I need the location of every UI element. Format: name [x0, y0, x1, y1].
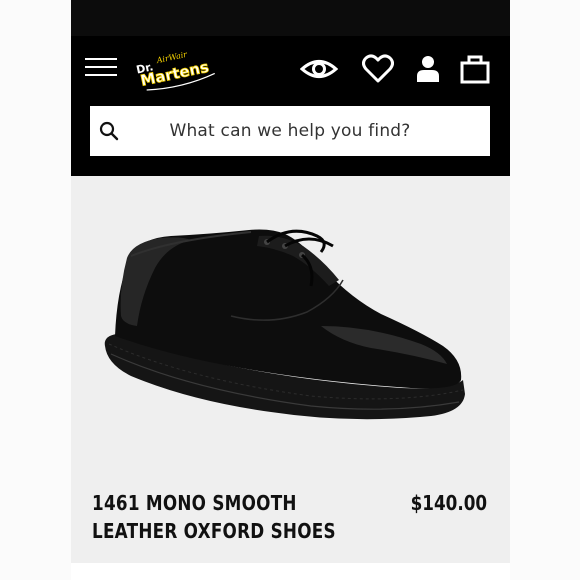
- site-header: Dr. AirWair Martens What can we help you…: [71, 0, 510, 176]
- eye-icon[interactable]: [300, 52, 338, 86]
- right-margin: [510, 0, 580, 580]
- mobile-page: Dr. AirWair Martens What can we help you…: [71, 0, 510, 580]
- search-input[interactable]: What can we help you find?: [90, 121, 490, 141]
- product-price: $140.00: [410, 491, 487, 515]
- search-bar[interactable]: What can we help you find?: [90, 106, 490, 156]
- product-title-line1: 1461 MONO SMOOTH: [92, 491, 297, 515]
- user-icon[interactable]: [416, 52, 440, 86]
- hamburger-menu-icon[interactable]: [85, 56, 117, 78]
- product-title[interactable]: 1461 MONO SMOOTH LEATHER OXFORD SHOES: [92, 489, 336, 545]
- left-margin: [0, 0, 71, 580]
- status-strip: [71, 0, 510, 36]
- product-title-line2: LEATHER OXFORD SHOES: [92, 519, 336, 543]
- product-image[interactable]: [71, 176, 510, 476]
- next-product-card[interactable]: [71, 563, 510, 580]
- heart-icon[interactable]: [362, 52, 394, 86]
- shopping-bag-icon[interactable]: [459, 52, 491, 86]
- brand-logo[interactable]: Dr. AirWair Martens: [133, 45, 223, 93]
